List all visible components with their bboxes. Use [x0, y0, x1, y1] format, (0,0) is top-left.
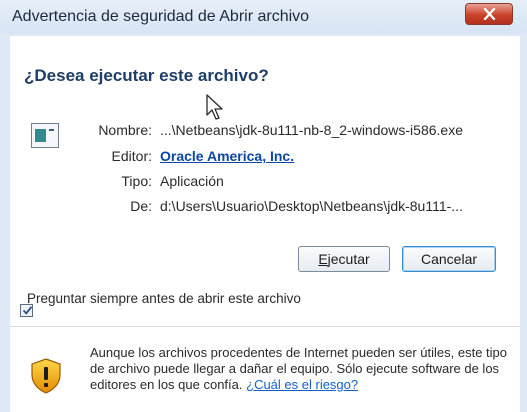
- from-value: d:\Users\Usuario\Desktop\Netbeans\jdk-8u…: [160, 198, 463, 214]
- type-value: Aplicación: [160, 173, 224, 189]
- close-button[interactable]: [465, 3, 513, 25]
- warning-text: Aunque los archivos procedentes de Inter…: [90, 345, 514, 393]
- window-title: Advertencia de seguridad de Abrir archiv…: [12, 8, 310, 25]
- cancel-button[interactable]: Cancelar: [402, 246, 496, 272]
- run-button-accesskey: E: [318, 251, 328, 267]
- title-bar[interactable]: Advertencia de seguridad de Abrir archiv…: [0, 0, 527, 34]
- shield-warning-icon: [31, 358, 61, 394]
- security-warning-dialog: Advertencia de seguridad de Abrir archiv…: [0, 0, 527, 412]
- close-icon: [483, 8, 496, 20]
- warning-panel: Aunque los archivos procedentes de Inter…: [10, 327, 520, 412]
- dialog-heading: ¿Desea ejecutar este archivo?: [24, 66, 269, 85]
- risk-link[interactable]: ¿Cuál es el riesgo?: [246, 377, 358, 392]
- run-button[interactable]: Ejecutar: [298, 246, 390, 272]
- always-ask-label[interactable]: Preguntar siempre antes de abrir este ar…: [27, 291, 317, 307]
- publisher-link[interactable]: Oracle America, Inc.: [160, 148, 294, 164]
- from-label: De:: [130, 198, 152, 214]
- type-label: Tipo:: [121, 173, 152, 189]
- mouse-pointer-icon: [206, 94, 223, 120]
- name-value: ...\Netbeans\jdk-8u111-nb-8_2-windows-i5…: [160, 122, 463, 138]
- dialog-body: ¿Desea ejecutar este archivo? Nombre: ..…: [10, 36, 520, 412]
- publisher-label: Editor:: [111, 148, 152, 164]
- name-label: Nombre:: [98, 122, 152, 138]
- run-button-label: jecutar: [327, 251, 370, 267]
